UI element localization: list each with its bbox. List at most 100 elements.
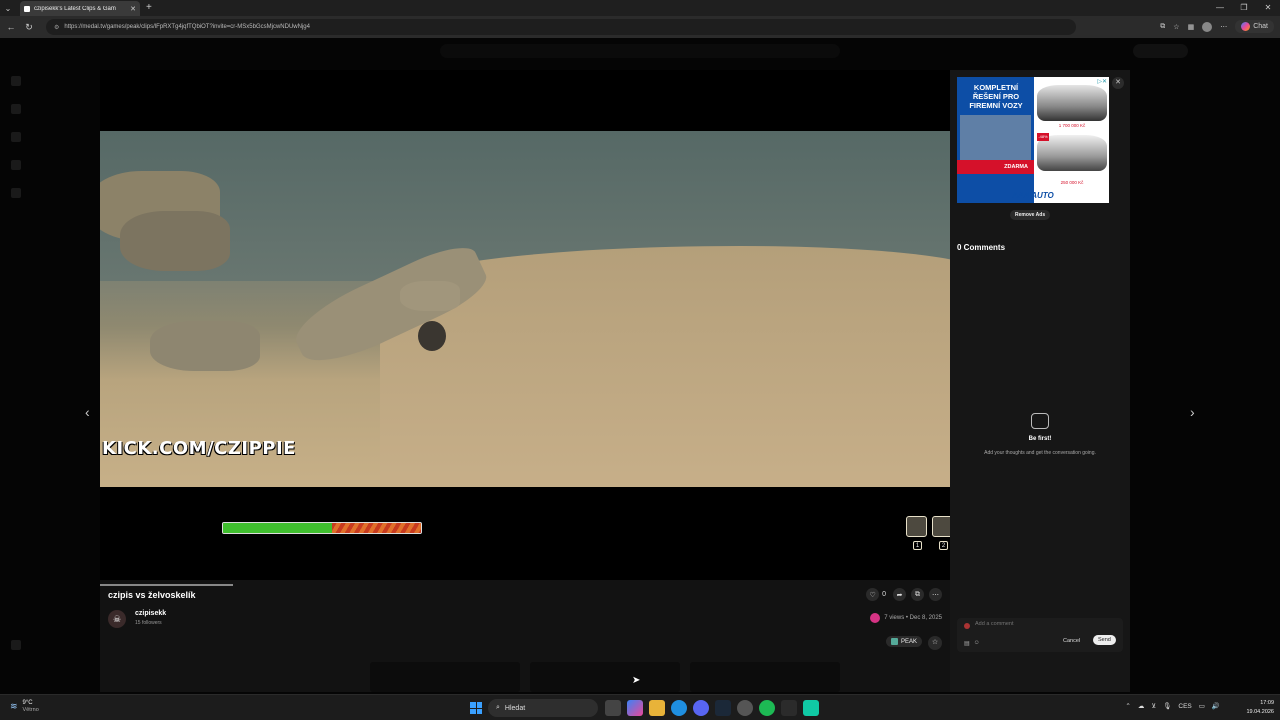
video-progress[interactable] (100, 584, 233, 586)
collections-icon[interactable]: ▦ (1188, 23, 1195, 31)
spotify-icon[interactable] (759, 700, 775, 716)
weather-widget[interactable]: ≋ 9°C Větrno (10, 700, 39, 713)
settings-icon[interactable] (11, 188, 21, 198)
system-clock[interactable]: 17:09 19.04.2026 (1246, 699, 1274, 717)
send-button[interactable]: Send (1093, 635, 1116, 645)
edge-browser-icon[interactable] (671, 700, 687, 716)
copilot-icon (1241, 22, 1251, 31)
browser-tab[interactable]: czipisekk's Latest Clips & Gam ✕ (20, 1, 140, 16)
mic-icon[interactable]: 🎙 (1163, 702, 1171, 710)
close-window-button[interactable]: ✕ (1256, 0, 1280, 16)
like-heart-icon[interactable]: ♡ (866, 588, 880, 601)
upload-icon[interactable] (11, 160, 21, 170)
page-body: ‹ › KICK.COM/CZIPPIE 1 2 3 (0, 38, 1280, 694)
uploader-name[interactable]: czipisekk (135, 610, 166, 617)
tab-title: czipisekk's Latest Clips & Gam (34, 5, 116, 12)
site-search-bar[interactable] (440, 44, 840, 58)
tab-search-icon[interactable]: ⌄ (0, 0, 16, 16)
pinned-apps (605, 700, 819, 716)
settings-gear-icon[interactable] (737, 700, 753, 716)
favorites-star-icon[interactable]: ☆ (1173, 23, 1179, 31)
more-options-icon[interactable]: ⋯ (1220, 23, 1227, 31)
capcut-icon[interactable] (781, 700, 797, 716)
chat-label: Chat (1253, 23, 1268, 30)
tab-strip: ⌄ czipisekk's Latest Clips & Gam ✕ + — ❐… (0, 0, 1280, 16)
home-icon[interactable] (11, 76, 21, 86)
clips-icon[interactable] (11, 132, 21, 142)
wind-icon: ≋ (10, 701, 18, 711)
related-clip[interactable] (530, 662, 680, 692)
ad-price: 1 700 000 Kč (1058, 123, 1086, 128)
mouse-cursor-icon: ➤ (632, 675, 641, 686)
empty-state-subtitle: Add your thoughts and get the conversati… (984, 450, 1096, 456)
ad-choices-icon[interactable]: ▷✕ (1097, 78, 1107, 85)
game-icon (890, 638, 898, 645)
language-indicator[interactable]: CES (1178, 703, 1191, 710)
search-label: Hledat (504, 704, 526, 712)
clip-title: czipis vs želvoskelík (108, 590, 196, 600)
refresh-icon[interactable]: ↻ (24, 22, 34, 33)
maximize-button[interactable]: ❐ (1232, 0, 1256, 16)
minimize-button[interactable]: — (1208, 0, 1232, 16)
copilot-app-icon[interactable] (627, 700, 643, 716)
copy-link-icon[interactable]: ⧉ (911, 588, 924, 601)
comments-heading: 0 Comments (957, 243, 1006, 252)
related-clips-strip (370, 662, 840, 692)
uploader-avatar[interactable]: ☠ (108, 610, 126, 628)
display-icon[interactable]: ▭ (1199, 702, 1205, 710)
url-field[interactable]: ⚙ https://medal.tv/games/peak/clips/lFpR… (46, 19, 1076, 35)
game-name: PEAK (900, 638, 917, 645)
medal-favicon-icon (24, 5, 30, 12)
slot-number: 1 (913, 541, 922, 550)
slot-number: 2 (939, 541, 948, 550)
weather-condition: Větrno (22, 707, 39, 713)
ad-brand-logo: AAA AUTO (1012, 191, 1054, 200)
steam-icon[interactable] (715, 700, 731, 716)
more-icon[interactable]: ⋯ (929, 588, 942, 601)
profile-avatar[interactable] (1202, 21, 1213, 32)
share-icon[interactable]: ➦ (893, 588, 906, 601)
related-clip[interactable] (370, 662, 520, 692)
copilot-chat-button[interactable]: Chat (1235, 20, 1274, 33)
previous-clip-arrow-icon[interactable]: ‹ (85, 404, 90, 420)
clock-date: 19.04.2026 (1246, 709, 1274, 715)
cancel-button[interactable]: Cancel (1063, 638, 1080, 644)
close-sidebar-icon[interactable]: ✕ (1112, 77, 1124, 89)
comment-composer: ▤ ☺ Cancel Send (957, 618, 1123, 652)
next-clip-arrow-icon[interactable]: › (1190, 404, 1195, 420)
address-bar: ← ↻ ⚙ https://medal.tv/games/peak/clips/… (0, 16, 1280, 38)
task-view-icon[interactable] (605, 700, 621, 716)
chevron-up-icon[interactable]: ⌃ (1125, 702, 1130, 710)
user-avatar (964, 623, 970, 629)
emoji-icon[interactable]: ☺ (974, 640, 980, 647)
advertisement[interactable]: KOMPLETNÍ ŘEŠENÍ PRO FIREMNÍ VOZY ZDARMA… (957, 77, 1109, 203)
comment-input[interactable] (975, 621, 1085, 627)
help-icon[interactable] (11, 640, 21, 650)
search-icon: ⌕ (496, 704, 500, 711)
trophy-icon[interactable] (11, 104, 21, 114)
gif-icon[interactable]: ▤ (964, 640, 970, 647)
network-icon[interactable]: ⊻ (1151, 702, 1156, 710)
taskbar-search[interactable]: ⌕ Hledat (488, 699, 598, 717)
cloud-icon[interactable]: ☁ (1138, 702, 1145, 710)
volume-icon[interactable]: 🔊 (1212, 702, 1220, 710)
discord-icon[interactable] (693, 700, 709, 716)
toolbar-icons: ⧉ ☆ ▦ ⋯ Chat (1160, 20, 1274, 33)
system-tray: ⌃ ☁ ⊻ 🎙 CES ▭ 🔊 (1125, 702, 1220, 711)
comments-sidebar: KOMPLETNÍ ŘEŠENÍ PRO FIREMNÍ VOZY ZDARMA… (950, 70, 1130, 692)
remove-ads-button[interactable]: Remove Ads (1010, 210, 1051, 220)
close-tab-icon[interactable]: ✕ (130, 5, 136, 13)
extensions-icon[interactable]: ⧉ (1160, 23, 1165, 31)
video-player[interactable]: KICK.COM/CZIPPIE 1 2 3 4 (100, 70, 1018, 580)
medal-app-icon[interactable] (803, 700, 819, 716)
file-explorer-icon[interactable] (649, 700, 665, 716)
site-info-icon[interactable]: ⚙ (54, 24, 59, 31)
new-tab-button[interactable]: + (146, 2, 152, 13)
start-windows-icon[interactable] (470, 702, 482, 714)
back-arrow-icon[interactable]: ← (6, 22, 16, 32)
favorite-star-icon[interactable]: ☆ (928, 636, 942, 650)
related-clip[interactable] (690, 662, 840, 692)
clip-modal: KICK.COM/CZIPPIE 1 2 3 4 czipis vs želvo… (100, 70, 1130, 692)
download-app-button[interactable] (1133, 44, 1188, 58)
game-tag[interactable]: PEAK (885, 636, 922, 647)
